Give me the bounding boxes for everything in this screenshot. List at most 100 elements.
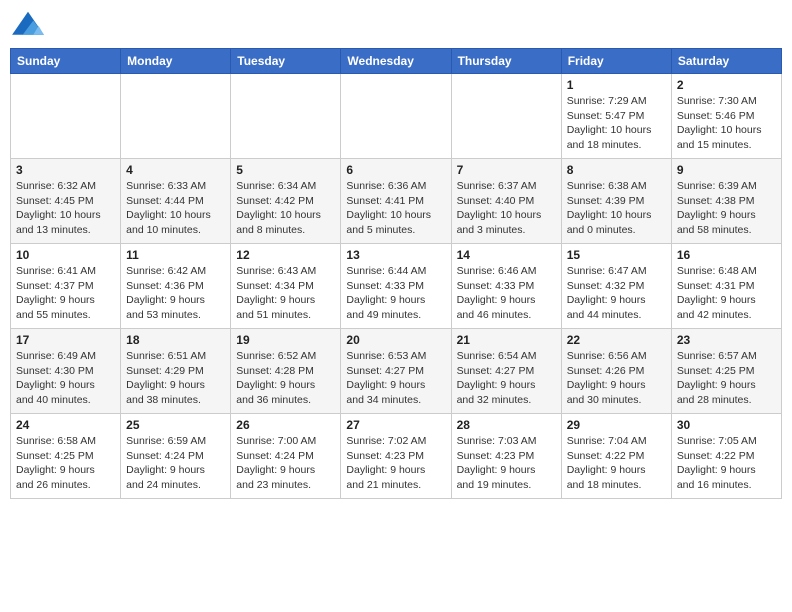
day-info: Sunrise: 6:37 AM Sunset: 4:40 PM Dayligh… — [457, 179, 556, 238]
day-number: 21 — [457, 333, 556, 347]
calendar-cell: 25 Sunrise: 6:59 AM Sunset: 4:24 PM Dayli… — [121, 414, 231, 499]
day-info: Sunrise: 7:02 AM Sunset: 4:23 PM Dayligh… — [346, 434, 445, 493]
day-info: Sunrise: 6:39 AM Sunset: 4:38 PM Dayligh… — [677, 179, 776, 238]
logo — [10, 10, 50, 40]
day-number: 8 — [567, 163, 666, 177]
header — [10, 10, 782, 40]
week-row-4: 17 Sunrise: 6:49 AM Sunset: 4:30 PM Dayli… — [11, 329, 782, 414]
calendar-cell — [11, 74, 121, 159]
weekday-header-wednesday: Wednesday — [341, 49, 451, 74]
day-number: 15 — [567, 248, 666, 262]
day-info: Sunrise: 7:05 AM Sunset: 4:22 PM Dayligh… — [677, 434, 776, 493]
day-info: Sunrise: 6:44 AM Sunset: 4:33 PM Dayligh… — [346, 264, 445, 323]
day-number: 28 — [457, 418, 556, 432]
calendar-cell — [341, 74, 451, 159]
calendar-cell: 5 Sunrise: 6:34 AM Sunset: 4:42 PM Daylig… — [231, 159, 341, 244]
day-info: Sunrise: 6:47 AM Sunset: 4:32 PM Dayligh… — [567, 264, 666, 323]
weekday-header-monday: Monday — [121, 49, 231, 74]
calendar-cell: 13 Sunrise: 6:44 AM Sunset: 4:33 PM Dayli… — [341, 244, 451, 329]
calendar-cell: 29 Sunrise: 7:04 AM Sunset: 4:22 PM Dayli… — [561, 414, 671, 499]
day-number: 26 — [236, 418, 335, 432]
calendar-cell: 16 Sunrise: 6:48 AM Sunset: 4:31 PM Dayli… — [671, 244, 781, 329]
day-number: 24 — [16, 418, 115, 432]
day-number: 4 — [126, 163, 225, 177]
weekday-header-row: SundayMondayTuesdayWednesdayThursdayFrid… — [11, 49, 782, 74]
day-number: 2 — [677, 78, 776, 92]
day-info: Sunrise: 6:59 AM Sunset: 4:24 PM Dayligh… — [126, 434, 225, 493]
week-row-5: 24 Sunrise: 6:58 AM Sunset: 4:25 PM Dayli… — [11, 414, 782, 499]
day-info: Sunrise: 6:52 AM Sunset: 4:28 PM Dayligh… — [236, 349, 335, 408]
calendar-cell: 7 Sunrise: 6:37 AM Sunset: 4:40 PM Daylig… — [451, 159, 561, 244]
day-info: Sunrise: 6:33 AM Sunset: 4:44 PM Dayligh… — [126, 179, 225, 238]
week-row-1: 1 Sunrise: 7:29 AM Sunset: 5:47 PM Daylig… — [11, 74, 782, 159]
day-number: 27 — [346, 418, 445, 432]
calendar-cell: 9 Sunrise: 6:39 AM Sunset: 4:38 PM Daylig… — [671, 159, 781, 244]
calendar-cell: 18Sunrise: 6:51 AM Sunset: 4:29 PM Dayli… — [121, 329, 231, 414]
day-number: 3 — [16, 163, 115, 177]
calendar: SundayMondayTuesdayWednesdayThursdayFrid… — [10, 48, 782, 499]
day-info: Sunrise: 7:30 AM Sunset: 5:46 PM Dayligh… — [677, 94, 776, 153]
calendar-cell: 23Sunrise: 6:57 AM Sunset: 4:25 PM Dayli… — [671, 329, 781, 414]
week-row-3: 10 Sunrise: 6:41 AM Sunset: 4:37 PM Dayli… — [11, 244, 782, 329]
day-info: Sunrise: 6:46 AM Sunset: 4:33 PM Dayligh… — [457, 264, 556, 323]
day-info: Sunrise: 6:36 AM Sunset: 4:41 PM Dayligh… — [346, 179, 445, 238]
week-row-2: 3 Sunrise: 6:32 AM Sunset: 4:45 PM Daylig… — [11, 159, 782, 244]
day-info: Sunrise: 6:57 AM Sunset: 4:25 PM Dayligh… — [677, 349, 776, 408]
day-number: 5 — [236, 163, 335, 177]
day-info: Sunrise: 6:41 AM Sunset: 4:37 PM Dayligh… — [16, 264, 115, 323]
calendar-cell — [451, 74, 561, 159]
calendar-cell: 28 Sunrise: 7:03 AM Sunset: 4:23 PM Dayli… — [451, 414, 561, 499]
day-info: Sunrise: 6:38 AM Sunset: 4:39 PM Dayligh… — [567, 179, 666, 238]
day-number: 29 — [567, 418, 666, 432]
day-number: 10 — [16, 248, 115, 262]
day-number: 9 — [677, 163, 776, 177]
day-info: Sunrise: 6:58 AM Sunset: 4:25 PM Dayligh… — [16, 434, 115, 493]
day-number: 12 — [236, 248, 335, 262]
weekday-header-sunday: Sunday — [11, 49, 121, 74]
day-info: Sunrise: 6:56 AM Sunset: 4:26 PM Dayligh… — [567, 349, 666, 408]
day-number: 17 — [16, 333, 115, 347]
day-info: Sunrise: 7:04 AM Sunset: 4:22 PM Dayligh… — [567, 434, 666, 493]
day-info: Sunrise: 6:32 AM Sunset: 4:45 PM Dayligh… — [16, 179, 115, 238]
weekday-header-friday: Friday — [561, 49, 671, 74]
day-info: Sunrise: 6:42 AM Sunset: 4:36 PM Dayligh… — [126, 264, 225, 323]
calendar-cell: 6 Sunrise: 6:36 AM Sunset: 4:41 PM Daylig… — [341, 159, 451, 244]
calendar-cell: 30 Sunrise: 7:05 AM Sunset: 4:22 PM Dayli… — [671, 414, 781, 499]
day-number: 1 — [567, 78, 666, 92]
logo-icon — [10, 10, 46, 40]
day-info: Sunrise: 6:49 AM Sunset: 4:30 PM Dayligh… — [16, 349, 115, 408]
day-info: Sunrise: 7:03 AM Sunset: 4:23 PM Dayligh… — [457, 434, 556, 493]
day-number: 13 — [346, 248, 445, 262]
day-number: 11 — [126, 248, 225, 262]
day-number: 19 — [236, 333, 335, 347]
calendar-cell: 21 Sunrise: 6:54 AM Sunset: 4:27 PM Dayli… — [451, 329, 561, 414]
day-number: 25 — [126, 418, 225, 432]
day-number: 7 — [457, 163, 556, 177]
calendar-cell: 1 Sunrise: 7:29 AM Sunset: 5:47 PM Daylig… — [561, 74, 671, 159]
calendar-cell: 19 Sunrise: 6:52 AM Sunset: 4:28 PM Dayli… — [231, 329, 341, 414]
calendar-cell: 4 Sunrise: 6:33 AM Sunset: 4:44 PM Daylig… — [121, 159, 231, 244]
day-info: Sunrise: 6:48 AM Sunset: 4:31 PM Dayligh… — [677, 264, 776, 323]
day-number: 20 — [346, 333, 445, 347]
day-number: 14 — [457, 248, 556, 262]
day-number: 30 — [677, 418, 776, 432]
day-info: Sunrise: 7:00 AM Sunset: 4:24 PM Dayligh… — [236, 434, 335, 493]
calendar-cell: 20Sunrise: 6:53 AM Sunset: 4:27 PM Dayli… — [341, 329, 451, 414]
day-info: Sunrise: 6:34 AM Sunset: 4:42 PM Dayligh… — [236, 179, 335, 238]
calendar-cell: 11 Sunrise: 6:42 AM Sunset: 4:36 PM Dayli… — [121, 244, 231, 329]
calendar-cell — [121, 74, 231, 159]
calendar-cell: 15 Sunrise: 6:47 AM Sunset: 4:32 PM Dayli… — [561, 244, 671, 329]
day-info: Sunrise: 6:54 AM Sunset: 4:27 PM Dayligh… — [457, 349, 556, 408]
calendar-cell: 17 Sunrise: 6:49 AM Sunset: 4:30 PM Dayli… — [11, 329, 121, 414]
day-number: 22 — [567, 333, 666, 347]
calendar-cell: 26 Sunrise: 7:00 AM Sunset: 4:24 PM Dayli… — [231, 414, 341, 499]
calendar-cell: 24 Sunrise: 6:58 AM Sunset: 4:25 PM Dayli… — [11, 414, 121, 499]
day-info: Sunrise: 6:51 AM Sunset: 4:29 PM Dayligh… — [126, 349, 225, 408]
calendar-cell: 27 Sunrise: 7:02 AM Sunset: 4:23 PM Dayli… — [341, 414, 451, 499]
day-number: 16 — [677, 248, 776, 262]
day-info: Sunrise: 7:29 AM Sunset: 5:47 PM Dayligh… — [567, 94, 666, 153]
calendar-cell: 2 Sunrise: 7:30 AM Sunset: 5:46 PM Daylig… — [671, 74, 781, 159]
calendar-cell: 22 Sunrise: 6:56 AM Sunset: 4:26 PM Dayli… — [561, 329, 671, 414]
day-number: 6 — [346, 163, 445, 177]
calendar-cell: 3 Sunrise: 6:32 AM Sunset: 4:45 PM Daylig… — [11, 159, 121, 244]
